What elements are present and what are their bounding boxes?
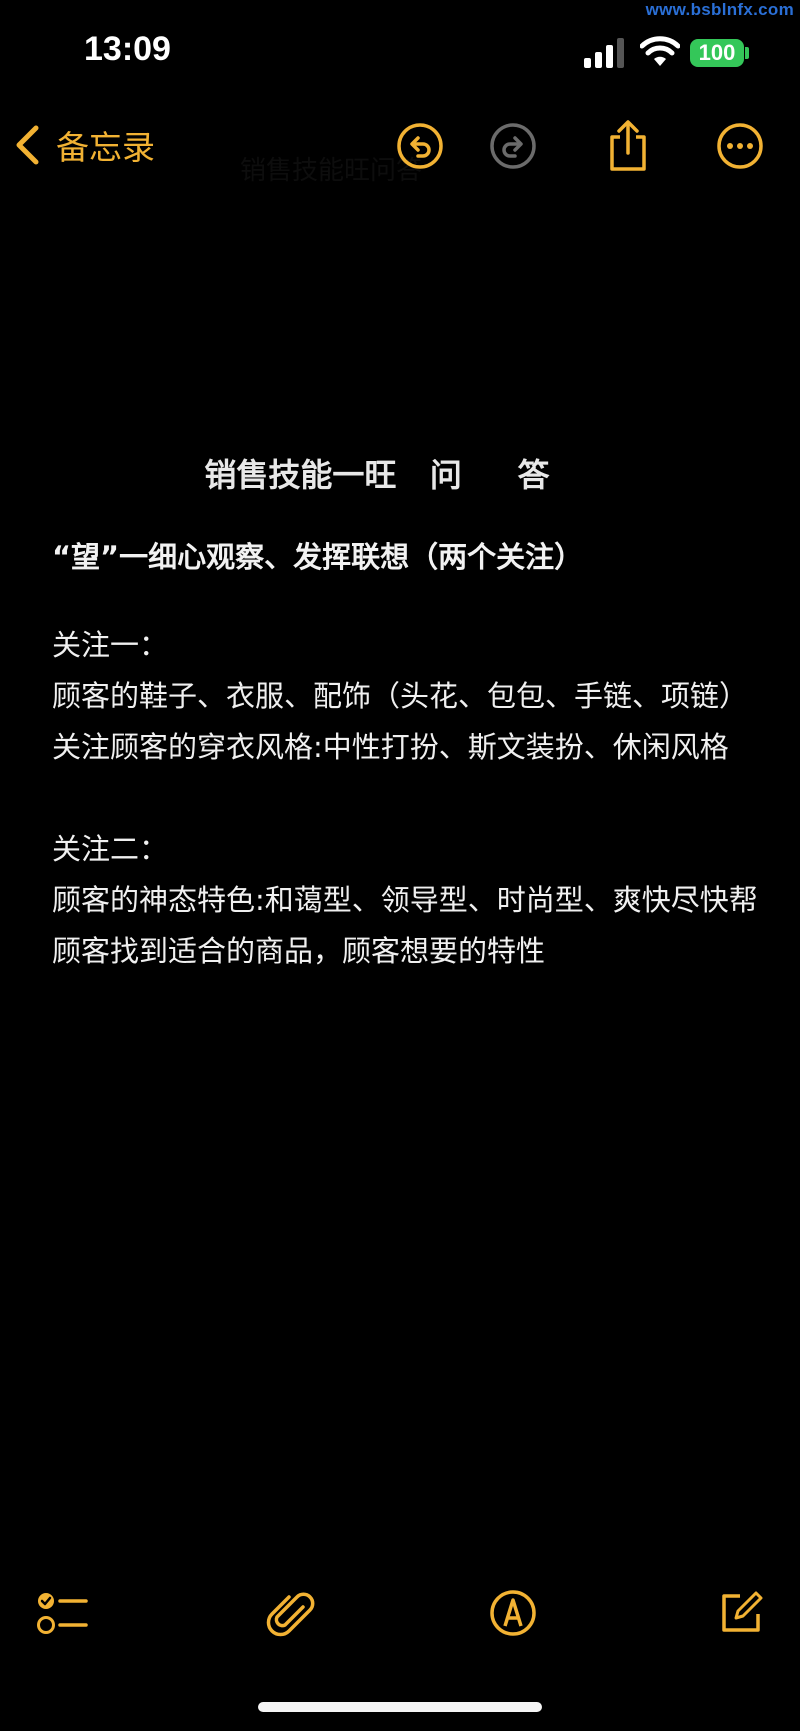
note-paragraph: 顾客的鞋子、衣服、配饰（头花、包包、手链、项链）关注顾客的穿衣风格:中性打扮、斯… xyxy=(52,679,749,764)
share-button[interactable] xyxy=(598,116,658,176)
note-title: 销售技能一旺 问 答 xyxy=(204,456,550,494)
status-time: 13:09 xyxy=(84,30,171,68)
paperclip-icon xyxy=(266,1592,315,1637)
back-button[interactable]: 备忘录 xyxy=(14,118,155,172)
note-paragraph: 顾客的神态特色:和蔼型、领导型、时尚型、爽快尽快帮顾客找到适合的商品，顾客想要的… xyxy=(52,883,758,968)
compose-button[interactable] xyxy=(708,1580,774,1646)
navigation-bar: 备忘录 xyxy=(0,110,800,180)
note-heading: “望”一细心观察、发挥联想（两个关注） xyxy=(52,540,584,574)
wifi-icon xyxy=(640,36,680,66)
battery-cap xyxy=(745,47,749,59)
redo-button[interactable] xyxy=(483,116,543,176)
markup-button[interactable] xyxy=(480,1580,546,1646)
chevron-left-icon xyxy=(16,125,39,165)
battery-indicator: 100 xyxy=(690,39,744,67)
share-icon xyxy=(610,120,646,171)
note-paragraph: 关注二： xyxy=(52,832,169,866)
bottom-toolbar xyxy=(0,1580,800,1650)
cellular-signal-icon xyxy=(584,38,624,68)
markup-pen-icon xyxy=(490,1590,536,1636)
more-button[interactable] xyxy=(710,116,770,176)
status-bar: 13:09 100 xyxy=(0,0,800,100)
note-blank-line xyxy=(52,773,762,824)
checklist-icon xyxy=(37,1593,88,1634)
compose-icon xyxy=(722,1591,763,1632)
back-button-label: 备忘录 xyxy=(56,128,155,167)
redo-icon xyxy=(490,123,536,169)
note-paragraph: 关注一： xyxy=(52,628,169,662)
undo-button[interactable] xyxy=(390,116,450,176)
more-options-icon xyxy=(717,123,763,169)
attachment-button[interactable] xyxy=(257,1580,323,1646)
note-body[interactable]: 销售技能一旺 问 答 “望”一细心观察、发挥联想（两个关注） 关注一： 顾客的鞋… xyxy=(52,450,762,977)
home-indicator[interactable] xyxy=(258,1702,542,1712)
checklist-button[interactable] xyxy=(30,1580,96,1646)
undo-icon xyxy=(397,123,443,169)
